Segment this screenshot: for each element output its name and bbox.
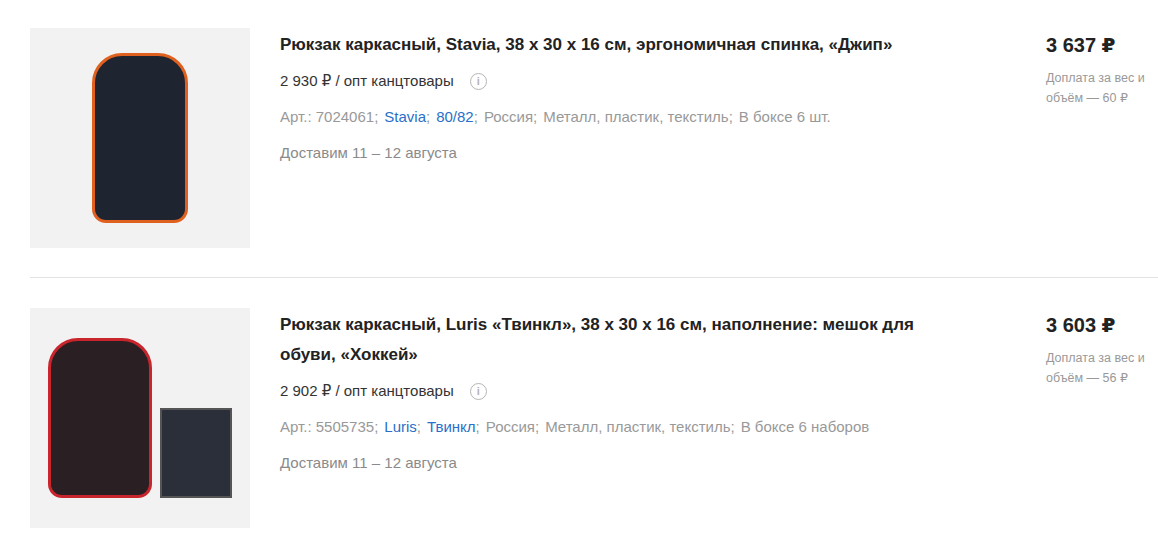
meta-separator: ;	[374, 418, 378, 435]
product-info: Рюкзак каркасный, Stavia, 38 х 30 х 16 с…	[280, 28, 1016, 164]
product-list: Рюкзак каркасный, Stavia, 38 х 30 х 16 с…	[0, 0, 1158, 552]
meta-item: Арт.: 7024061;	[280, 106, 378, 128]
meta-text: Арт.: 7024061	[280, 108, 374, 125]
info-icon[interactable]: i	[470, 383, 487, 400]
meta-separator: ;	[731, 418, 735, 435]
meta-text: Арт.: 5505735	[280, 418, 374, 435]
surcharge-note: Доплата за вес и объём — 60 ₽	[1046, 68, 1158, 108]
meta-text: Россия	[484, 108, 533, 125]
backpack-icon	[48, 338, 152, 498]
product-info: Рюкзак каркасный, Luris «Твинкл», 38 х 3…	[280, 308, 1016, 474]
product-photo[interactable]	[30, 308, 250, 528]
meta-item: Россия;	[484, 106, 537, 128]
meta-item: Твинкл;	[427, 416, 480, 438]
delivery-date: Доставим 11 – 12 августа	[280, 452, 1016, 474]
meta-link[interactable]: Stavia	[384, 108, 426, 125]
meta-link[interactable]: Твинкл	[427, 418, 476, 435]
meta-separator: ;	[535, 418, 539, 435]
meta-text: Металл, пластик, текстиль	[543, 108, 728, 125]
meta-text: Россия	[486, 418, 535, 435]
meta-item: Металл, пластик, текстиль;	[543, 106, 733, 128]
product-price: 3 637 ₽	[1046, 32, 1158, 58]
surcharge-note: Доплата за вес и объём — 56 ₽	[1046, 348, 1158, 388]
info-icon[interactable]: i	[470, 73, 487, 90]
price-column: 3 637 ₽ Доплата за вес и объём — 60 ₽	[1046, 28, 1158, 108]
meta-text: Металл, пластик, текстиль	[545, 418, 730, 435]
meta-separator: ;	[374, 108, 378, 125]
delivery-date: Доставим 11 – 12 августа	[280, 142, 1016, 164]
meta-separator: ;	[729, 108, 733, 125]
wholesale-text: 2 930 ₽ / опт канцтовары	[280, 72, 454, 90]
product-row: Рюкзак каркасный, Luris «Твинкл», 38 х 3…	[30, 277, 1158, 552]
meta-item: В боксе 6 шт.	[739, 106, 831, 128]
meta-separator: ;	[533, 108, 537, 125]
meta-text: В боксе 6 шт.	[739, 108, 831, 125]
meta-item: Металл, пластик, текстиль;	[545, 416, 735, 438]
meta-link[interactable]: 80/82	[436, 108, 474, 125]
wholesale-text: 2 902 ₽ / опт канцтовары	[280, 382, 454, 400]
meta-separator: ;	[426, 108, 430, 125]
meta-text: В боксе 6 наборов	[741, 418, 870, 435]
product-meta: Арт.: 7024061;Stavia;80/82;Россия;Металл…	[280, 106, 1016, 128]
product-title[interactable]: Рюкзак каркасный, Stavia, 38 х 30 х 16 с…	[280, 30, 950, 60]
wholesale-price: 2 930 ₽ / опт канцтовары i	[280, 70, 1016, 92]
backpack-icon	[92, 53, 188, 223]
product-row: Рюкзак каркасный, Stavia, 38 х 30 х 16 с…	[30, 0, 1158, 277]
price-column: 3 603 ₽ Доплата за вес и объём — 56 ₽	[1046, 308, 1158, 388]
meta-item: Stavia;	[384, 106, 430, 128]
meta-link[interactable]: Luris	[384, 418, 417, 435]
meta-separator: ;	[476, 418, 480, 435]
product-title[interactable]: Рюкзак каркасный, Luris «Твинкл», 38 х 3…	[280, 310, 950, 370]
wholesale-price: 2 902 ₽ / опт канцтовары i	[280, 380, 1016, 402]
meta-separator: ;	[474, 108, 478, 125]
meta-item: Luris;	[384, 416, 421, 438]
shoe-bag-icon	[160, 408, 232, 498]
meta-item: 80/82;	[436, 106, 478, 128]
product-meta: Арт.: 5505735;Luris;Твинкл;Россия;Металл…	[280, 416, 1016, 438]
meta-separator: ;	[417, 418, 421, 435]
meta-item: Арт.: 5505735;	[280, 416, 378, 438]
meta-item: В боксе 6 наборов	[741, 416, 870, 438]
product-price: 3 603 ₽	[1046, 312, 1158, 338]
meta-item: Россия;	[486, 416, 539, 438]
product-photo[interactable]	[30, 28, 250, 248]
